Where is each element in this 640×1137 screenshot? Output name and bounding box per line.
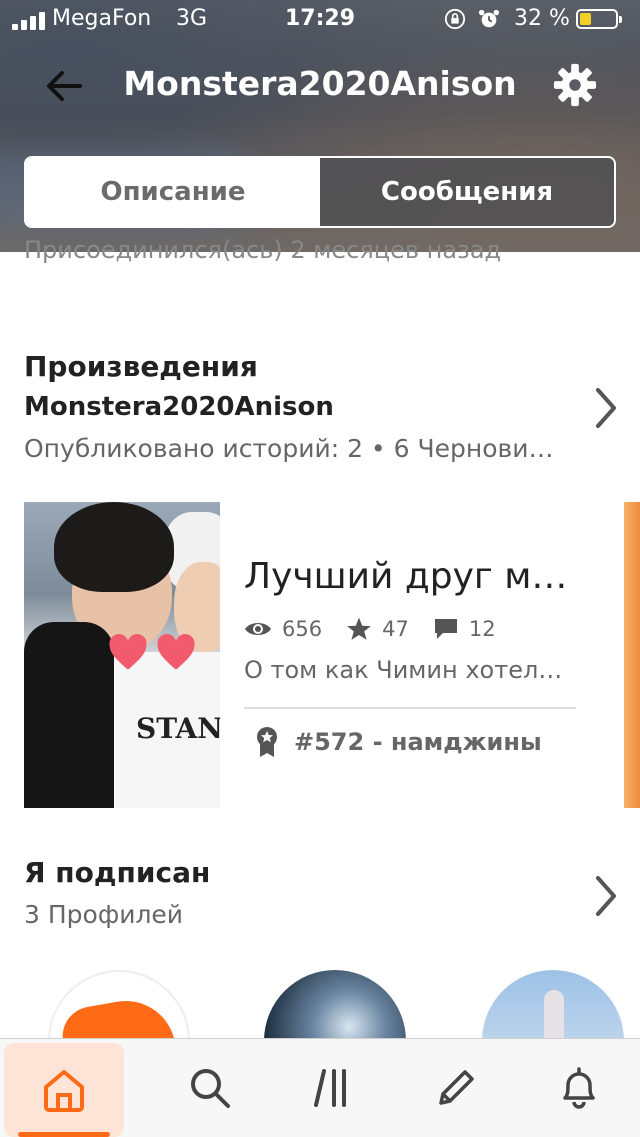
comment-icon <box>434 619 457 639</box>
story-title[interactable]: Лучший друг м… <box>244 556 567 597</box>
tab-description[interactable]: Описание <box>26 158 320 226</box>
back-arrow-icon[interactable] <box>40 62 88 110</box>
story-description: О том как Чимин хотел… <box>244 656 563 684</box>
following-count: 3 Профилей <box>24 900 184 929</box>
comments-count: 12 <box>468 617 496 641</box>
next-story-cover[interactable] <box>624 502 640 808</box>
chevron-right-icon[interactable] <box>590 874 620 918</box>
heart-sticker-icon <box>109 634 147 670</box>
votes-count: 47 <box>382 617 409 641</box>
star-icon <box>347 617 372 640</box>
cover-text: STAN <box>136 712 220 745</box>
award-badge-icon <box>257 727 277 757</box>
story-stats: 656 47 12 <box>244 614 520 644</box>
library-icon <box>313 1069 346 1107</box>
views-stat: 656 <box>244 617 322 641</box>
search-icon <box>190 1069 230 1108</box>
battery-percent: 32 % <box>514 6 570 31</box>
active-indicator <box>18 1132 110 1137</box>
story-cover-image: STAN <box>24 502 220 808</box>
following-heading: Я подписан <box>24 856 211 889</box>
nav-notifications[interactable] <box>517 1039 640 1137</box>
story-rank[interactable]: #572 - намджины <box>254 726 542 758</box>
views-count: 656 <box>282 617 323 641</box>
alarm-icon <box>478 9 500 28</box>
eye-icon <box>245 623 271 635</box>
battery-icon <box>576 9 622 29</box>
status-bar: MegaFon 3G 17:29 32 % <box>0 0 640 40</box>
page-title: Monstera2020Anison <box>123 64 517 103</box>
nav-library[interactable] <box>271 1039 394 1137</box>
write-icon <box>438 1070 474 1105</box>
rank-text: #572 - намджины <box>294 728 542 756</box>
profile-tabs: Описание Сообщения <box>24 156 616 228</box>
works-username: Monstera2020Anison <box>24 392 334 422</box>
lock-rotation-icon <box>444 8 466 30</box>
story-cover[interactable]: STAN <box>24 502 220 808</box>
bottom-navigation <box>0 1038 640 1137</box>
divider <box>244 707 576 709</box>
chevron-right-icon[interactable] <box>590 386 620 430</box>
comments-stat: 12 <box>433 617 496 641</box>
heart-sticker-icon <box>157 634 195 670</box>
joined-text: Присоединился(ась) 2 месяцев назад <box>24 236 502 264</box>
works-heading: Произведения <box>24 350 258 383</box>
home-icon <box>44 1070 84 1112</box>
gear-icon[interactable] <box>552 62 598 108</box>
works-summary: Опубликовано историй: 2 • 6 Чернови… <box>24 434 554 463</box>
battery-fill <box>580 13 591 25</box>
votes-stat: 47 <box>346 616 409 642</box>
tab-messages[interactable]: Сообщения <box>320 158 614 226</box>
nav-home[interactable] <box>4 1043 124 1137</box>
notifications-icon <box>562 1067 595 1109</box>
nav-search[interactable] <box>148 1039 271 1137</box>
nav-write[interactable] <box>394 1039 517 1137</box>
